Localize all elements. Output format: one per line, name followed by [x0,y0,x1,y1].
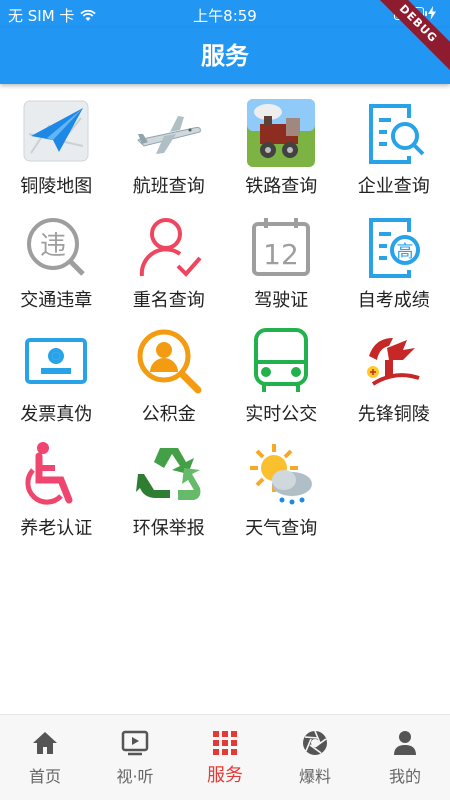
weather-icon [246,440,316,510]
service-enterprise-query[interactable]: 企业查询 [338,90,450,204]
service-traffic-violation[interactable]: 违 交通违章 [0,204,113,318]
service-pioneer-tongling[interactable]: 先锋铜陵 [338,318,450,432]
service-label: 重名查询 [132,290,205,311]
service-label: 驾驶证 [254,290,309,311]
service-housing-fund[interactable]: 公积金 [113,318,226,432]
service-flight-query[interactable]: 航班查询 [113,90,226,204]
person-icon [394,731,416,755]
tab-home[interactable]: 首页 [0,715,90,800]
service-railway-query[interactable]: 铁路查询 [225,90,338,204]
recycle-icon [134,440,204,510]
service-label: 企业查询 [357,176,430,197]
status-bar: 无 SIM 卡 上午8:59 [0,0,450,28]
tab-label: 首页 [28,767,61,786]
charging-bolt-icon [428,6,436,20]
service-label: 实时公交 [245,404,318,425]
bottom-tab-bar: 首页 视·听 服务 爆料 我的 [0,714,450,800]
tab-report[interactable]: 爆料 [270,715,360,800]
grid-icon [213,731,237,755]
tab-video[interactable]: 视·听 [90,715,180,800]
service-label: 先锋铜陵 [357,404,430,425]
tab-label: 服务 [207,765,243,786]
service-name-search[interactable]: 重名查询 [113,204,226,318]
camera-aperture-icon [303,730,327,755]
service-label: 铁路查询 [245,176,318,197]
map-icon [21,98,91,168]
exam-score-icon: 高 [359,212,429,282]
name-search-icon [134,212,204,282]
bus-icon [246,326,316,396]
license-glyph: 12 [263,238,299,271]
exam-glyph: 高 [396,242,413,262]
traffic-violation-icon: 违 [21,212,91,282]
service-label: 养老认证 [20,518,93,539]
invoice-icon [21,326,91,396]
service-label: 航班查询 [132,176,205,197]
service-label: 铜陵地图 [20,176,93,197]
tab-profile[interactable]: 我的 [360,715,450,800]
tab-label: 爆料 [298,767,331,786]
service-invoice-check[interactable]: 发票真伪 [0,318,113,432]
violation-glyph: 违 [40,231,66,261]
service-driver-license[interactable]: 12 驾驶证 [225,204,338,318]
page-title: 服务 [201,42,249,70]
service-pension-auth[interactable]: 养老认证 [0,432,113,546]
service-label: 交通违章 [20,290,93,311]
video-icon [121,730,149,756]
train-icon [246,98,316,168]
services-grid: 铜陵地图 航班查询 铁路查询 企业查询 违 交通违章 重名查询 12 驾驶证 高… [0,90,450,546]
service-exam-score[interactable]: 高 自考成绩 [338,204,450,318]
service-label: 发票真伪 [20,404,93,425]
service-label: 公积金 [141,404,196,425]
service-tongling-map[interactable]: 铜陵地图 [0,90,113,204]
service-realtime-bus[interactable]: 实时公交 [225,318,338,432]
service-weather-query[interactable]: 天气查询 [225,432,338,546]
driver-license-icon: 12 [246,212,316,282]
service-label: 自考成绩 [357,290,430,311]
housing-fund-icon [134,326,204,396]
tab-services[interactable]: 服务 [180,715,270,800]
service-label: 天气查询 [245,518,318,539]
enterprise-search-icon [359,98,429,168]
status-time: 上午8:59 [193,7,257,25]
app-bar: 服务 [0,28,450,84]
service-environment-report[interactable]: 环保举报 [113,432,226,546]
tab-label: 视·听 [116,767,154,786]
wheelchair-icon [21,440,91,510]
party-emblem-icon [359,326,429,396]
service-label: 环保举报 [132,518,205,539]
airplane-icon [134,98,204,168]
tab-label: 我的 [388,767,421,786]
home-icon [33,732,57,754]
